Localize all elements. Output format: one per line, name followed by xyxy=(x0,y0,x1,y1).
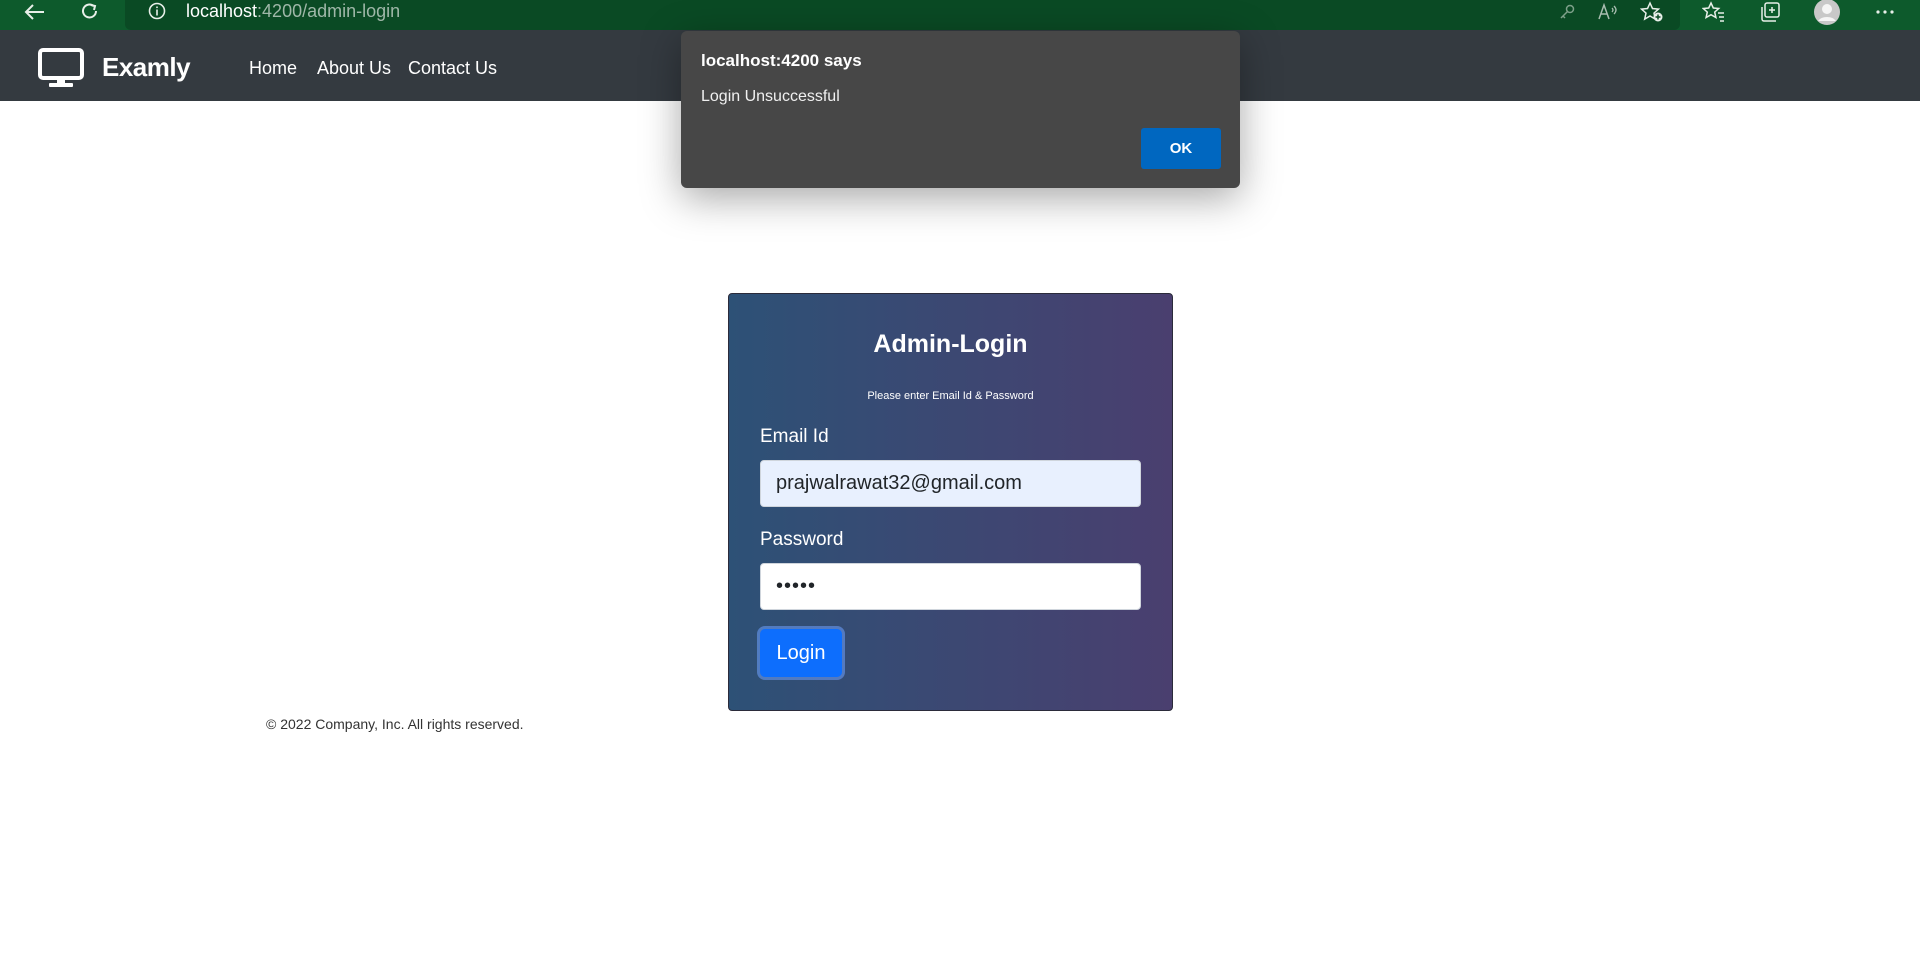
nav-home-link[interactable]: Home xyxy=(249,58,297,79)
login-card: Admin-Login Please enter Email Id & Pass… xyxy=(728,293,1173,711)
refresh-icon[interactable] xyxy=(77,0,103,24)
email-label: Email Id xyxy=(760,426,829,447)
login-subtitle: Please enter Email Id & Password xyxy=(867,390,1034,402)
brand-name[interactable]: Examly xyxy=(102,52,191,83)
alert-dialog: localhost:4200 says Login Unsuccessful O… xyxy=(681,31,1240,188)
alert-title: localhost:4200 says xyxy=(701,51,862,70)
address-bar[interactable]: localhost:4200/admin-login xyxy=(125,0,1680,30)
add-favorite-icon[interactable] xyxy=(1638,0,1666,24)
login-button[interactable]: Login xyxy=(760,629,842,677)
password-field[interactable] xyxy=(760,563,1141,610)
browser-toolbar: localhost:4200/admin-login xyxy=(0,0,1920,30)
nav-contact-link[interactable]: Contact Us xyxy=(408,58,497,79)
alert-message: Login Unsuccessful xyxy=(701,88,840,105)
collections-icon[interactable] xyxy=(1757,0,1785,24)
ok-button[interactable]: OK xyxy=(1141,128,1221,169)
read-aloud-icon[interactable] xyxy=(1595,0,1621,24)
email-field[interactable] xyxy=(760,460,1141,507)
footer-copyright: © 2022 Company, Inc. All rights reserved… xyxy=(266,716,524,732)
site-info-icon[interactable] xyxy=(147,0,167,22)
key-icon[interactable] xyxy=(1555,0,1579,24)
address-text[interactable]: localhost:4200/admin-login xyxy=(186,0,400,22)
back-arrow-icon[interactable] xyxy=(22,0,48,24)
nav-about-link[interactable]: About Us xyxy=(317,58,391,79)
more-icon[interactable] xyxy=(1870,0,1900,24)
url-path: :4200/admin-login xyxy=(257,1,401,21)
profile-icon[interactable] xyxy=(1812,0,1842,25)
login-title: Admin-Login xyxy=(873,330,1028,358)
url-host: localhost xyxy=(186,1,258,21)
favorites-icon[interactable] xyxy=(1700,0,1728,24)
password-label: Password xyxy=(760,529,844,550)
monitor-icon[interactable] xyxy=(38,48,84,88)
